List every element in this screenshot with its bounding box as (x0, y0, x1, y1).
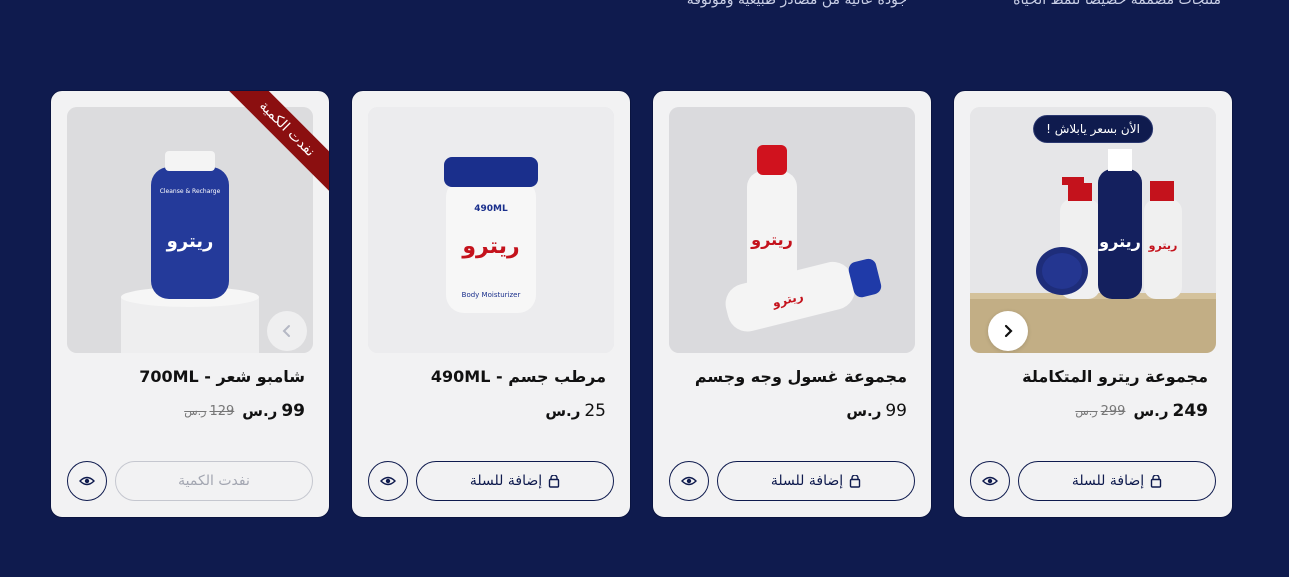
svg-text:ريترو: ريترو (166, 231, 214, 252)
add-to-cart-label: إضافة للسلة (1071, 473, 1145, 489)
old-price: 129 ر.س (184, 403, 235, 419)
price-row: 99 ر.س (846, 401, 907, 421)
add-to-cart-button[interactable]: إضافة للسلة (1018, 461, 1216, 501)
old-price: 299 ر.س (1075, 403, 1126, 419)
riyal-icon: ر.س (1133, 402, 1169, 420)
riyal-icon: ر.س (545, 402, 581, 420)
add-to-cart-button[interactable]: إضافة للسلة (416, 461, 614, 501)
card-actions: إضافة للسلة (970, 461, 1216, 501)
quick-view-button[interactable] (368, 461, 408, 501)
quick-view-button[interactable] (669, 461, 709, 501)
card-actions: نفدت الكمية (67, 461, 313, 501)
product-title[interactable]: مرطب جسم - 490ML (368, 367, 606, 386)
svg-text:490ML: 490ML (474, 204, 508, 214)
product-title[interactable]: مجموعة ريترو المتكاملة (970, 367, 1208, 386)
product-card[interactable]: 490ML ريترو Body Moisturizer مرطب جسم - … (351, 90, 631, 518)
add-to-cart-label: إضافة للسلة (469, 473, 543, 489)
product-price: 99 ر.س (242, 401, 305, 421)
eye-icon (982, 476, 998, 486)
quick-view-button[interactable] (67, 461, 107, 501)
product-image[interactable]: ريترو ريترو (669, 107, 915, 353)
svg-text:ريترو: ريترو (461, 234, 519, 259)
riyal-icon: ر.س (846, 402, 882, 420)
product-grid: ريترو ريترو الأن بسعر يابلاش ! مجموعة ري… (50, 90, 1233, 518)
bag-icon (548, 474, 560, 488)
sold-out-button[interactable]: نفدت الكمية (115, 461, 313, 501)
price-row: 99 ر.س 129 ر.س (184, 401, 305, 421)
svg-text:ريترو: ريترو (1098, 232, 1141, 251)
product-title[interactable]: شامبو شعر - 700ML (67, 367, 305, 386)
product-card[interactable]: ريترو ريترو الأن بسعر يابلاش ! مجموعة ري… (953, 90, 1233, 518)
top-strip: منتجات مصممة خصيصا لنمط الحياة جودة عالي… (0, 0, 1289, 12)
chevron-left-icon[interactable] (267, 311, 307, 351)
svg-text:ريترو: ريترو (750, 230, 793, 249)
product-card[interactable]: Cleanse & Recharge ريترو نفدت الكمية شام… (50, 90, 330, 518)
eye-icon (380, 476, 396, 486)
svg-text:ريترو: ريترو (1148, 239, 1178, 252)
product-price: 25 ر.س (545, 401, 606, 421)
riyal-icon: ر.س (242, 402, 278, 420)
eye-icon (79, 476, 95, 486)
riyal-icon: ر.س (184, 404, 207, 418)
product-image[interactable]: Cleanse & Recharge ريترو (67, 107, 313, 353)
sold-out-label: نفدت الكمية (178, 473, 250, 489)
promo-badge: الأن بسعر يابلاش ! (1033, 115, 1153, 143)
svg-text:Cleanse & Recharge: Cleanse & Recharge (160, 188, 221, 195)
svg-text:Body Moisturizer: Body Moisturizer (462, 291, 521, 299)
chevron-right-icon[interactable] (988, 311, 1028, 351)
price-row: 249 ر.س 299 ر.س (1075, 401, 1208, 421)
quick-view-button[interactable] (970, 461, 1010, 501)
product-image[interactable]: ريترو ريترو الأن بسعر يابلاش ! (970, 107, 1216, 353)
bag-icon (849, 474, 861, 488)
feature-text: جودة عالية من مصادر طبيعية وموثوقة (686, 0, 907, 8)
card-actions: إضافة للسلة (368, 461, 614, 501)
card-actions: إضافة للسلة (669, 461, 915, 501)
feature-text: منتجات مصممة خصيصا لنمط الحياة (1013, 0, 1221, 8)
product-price: 249 ر.س (1133, 401, 1208, 421)
product-image[interactable]: 490ML ريترو Body Moisturizer (368, 107, 614, 353)
product-card[interactable]: ريترو ريترو مجموعة غسول وجه وجسم 99 ر.س إ… (652, 90, 932, 518)
add-to-cart-label: إضافة للسلة (770, 473, 844, 489)
bag-icon (1150, 474, 1162, 488)
add-to-cart-button[interactable]: إضافة للسلة (717, 461, 915, 501)
riyal-icon: ر.س (1075, 404, 1098, 418)
product-title[interactable]: مجموعة غسول وجه وجسم (669, 367, 907, 386)
product-price: 99 ر.س (846, 401, 907, 421)
price-row: 25 ر.س (545, 401, 606, 421)
eye-icon (681, 476, 697, 486)
